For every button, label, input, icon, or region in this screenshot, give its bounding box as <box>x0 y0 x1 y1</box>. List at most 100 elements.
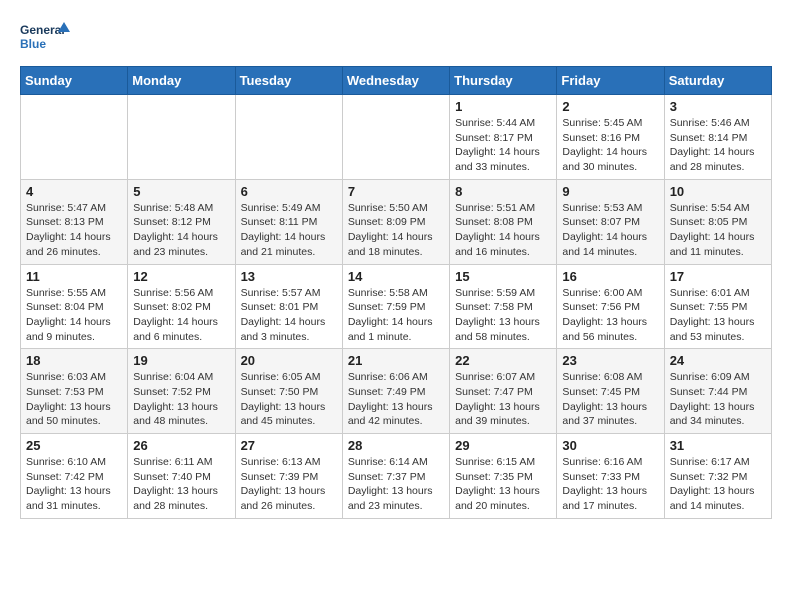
day-number: 17 <box>670 269 766 284</box>
day-detail: Sunrise: 5:46 AM Sunset: 8:14 PM Dayligh… <box>670 116 766 175</box>
col-header-wednesday: Wednesday <box>342 67 449 95</box>
day-detail: Sunrise: 6:17 AM Sunset: 7:32 PM Dayligh… <box>670 455 766 514</box>
day-detail: Sunrise: 6:09 AM Sunset: 7:44 PM Dayligh… <box>670 370 766 429</box>
col-header-sunday: Sunday <box>21 67 128 95</box>
calendar-cell: 24 Sunrise: 6:09 AM Sunset: 7:44 PM Dayli… <box>664 349 771 434</box>
calendar-week-2: 4 Sunrise: 5:47 AM Sunset: 8:13 PM Daylig… <box>21 179 772 264</box>
day-number: 21 <box>348 353 444 368</box>
day-detail: Sunrise: 5:50 AM Sunset: 8:09 PM Dayligh… <box>348 201 444 260</box>
calendar-cell: 10 Sunrise: 5:54 AM Sunset: 8:05 PM Dayli… <box>664 179 771 264</box>
day-number: 25 <box>26 438 122 453</box>
day-number: 29 <box>455 438 551 453</box>
day-detail: Sunrise: 6:07 AM Sunset: 7:47 PM Dayligh… <box>455 370 551 429</box>
day-number: 31 <box>670 438 766 453</box>
day-number: 7 <box>348 184 444 199</box>
day-detail: Sunrise: 6:10 AM Sunset: 7:42 PM Dayligh… <box>26 455 122 514</box>
calendar-cell: 18 Sunrise: 6:03 AM Sunset: 7:53 PM Dayli… <box>21 349 128 434</box>
calendar-cell: 15 Sunrise: 5:59 AM Sunset: 7:58 PM Dayli… <box>450 264 557 349</box>
svg-text:General: General <box>20 23 65 37</box>
day-number: 30 <box>562 438 658 453</box>
col-header-tuesday: Tuesday <box>235 67 342 95</box>
day-number: 2 <box>562 99 658 114</box>
day-number: 13 <box>241 269 337 284</box>
day-detail: Sunrise: 6:11 AM Sunset: 7:40 PM Dayligh… <box>133 455 229 514</box>
day-number: 4 <box>26 184 122 199</box>
calendar-week-1: 1Sunrise: 5:44 AM Sunset: 8:17 PM Daylig… <box>21 95 772 180</box>
calendar-cell: 12Sunrise: 5:56 AM Sunset: 8:02 PM Dayli… <box>128 264 235 349</box>
day-detail: Sunrise: 5:48 AM Sunset: 8:12 PM Dayligh… <box>133 201 229 260</box>
calendar-cell: 25 Sunrise: 6:10 AM Sunset: 7:42 PM Dayli… <box>21 434 128 519</box>
col-header-thursday: Thursday <box>450 67 557 95</box>
calendar-cell: 26 Sunrise: 6:11 AM Sunset: 7:40 PM Dayli… <box>128 434 235 519</box>
col-header-saturday: Saturday <box>664 67 771 95</box>
calendar-cell: 1Sunrise: 5:44 AM Sunset: 8:17 PM Daylig… <box>450 95 557 180</box>
day-detail: Sunrise: 5:51 AM Sunset: 8:08 PM Dayligh… <box>455 201 551 260</box>
calendar-table: SundayMondayTuesdayWednesdayThursdayFrid… <box>20 66 772 519</box>
calendar-header-row: SundayMondayTuesdayWednesdayThursdayFrid… <box>21 67 772 95</box>
day-number: 10 <box>670 184 766 199</box>
calendar-cell <box>342 95 449 180</box>
calendar-cell <box>21 95 128 180</box>
day-detail: Sunrise: 5:59 AM Sunset: 7:58 PM Dayligh… <box>455 286 551 345</box>
calendar-cell: 22 Sunrise: 6:07 AM Sunset: 7:47 PM Dayli… <box>450 349 557 434</box>
calendar-week-5: 25 Sunrise: 6:10 AM Sunset: 7:42 PM Dayli… <box>21 434 772 519</box>
day-number: 11 <box>26 269 122 284</box>
day-number: 24 <box>670 353 766 368</box>
calendar-cell: 2Sunrise: 5:45 AM Sunset: 8:16 PM Daylig… <box>557 95 664 180</box>
day-number: 27 <box>241 438 337 453</box>
calendar-cell: 16Sunrise: 6:00 AM Sunset: 7:56 PM Dayli… <box>557 264 664 349</box>
day-detail: Sunrise: 5:54 AM Sunset: 8:05 PM Dayligh… <box>670 201 766 260</box>
calendar-cell: 13 Sunrise: 5:57 AM Sunset: 8:01 PM Dayli… <box>235 264 342 349</box>
day-number: 28 <box>348 438 444 453</box>
day-detail: Sunrise: 6:01 AM Sunset: 7:55 PM Dayligh… <box>670 286 766 345</box>
calendar-cell: 3 Sunrise: 5:46 AM Sunset: 8:14 PM Daylig… <box>664 95 771 180</box>
calendar-cell: 21 Sunrise: 6:06 AM Sunset: 7:49 PM Dayli… <box>342 349 449 434</box>
calendar-cell <box>235 95 342 180</box>
calendar-cell: 29 Sunrise: 6:15 AM Sunset: 7:35 PM Dayli… <box>450 434 557 519</box>
day-detail: Sunrise: 5:56 AM Sunset: 8:02 PM Dayligh… <box>133 286 229 345</box>
day-number: 22 <box>455 353 551 368</box>
day-detail: Sunrise: 6:06 AM Sunset: 7:49 PM Dayligh… <box>348 370 444 429</box>
calendar-cell: 28 Sunrise: 6:14 AM Sunset: 7:37 PM Dayli… <box>342 434 449 519</box>
calendar-cell: 30 Sunrise: 6:16 AM Sunset: 7:33 PM Dayli… <box>557 434 664 519</box>
day-number: 19 <box>133 353 229 368</box>
calendar-cell: 17 Sunrise: 6:01 AM Sunset: 7:55 PM Dayli… <box>664 264 771 349</box>
day-detail: Sunrise: 5:47 AM Sunset: 8:13 PM Dayligh… <box>26 201 122 260</box>
calendar-cell: 11Sunrise: 5:55 AM Sunset: 8:04 PM Dayli… <box>21 264 128 349</box>
calendar-cell: 9 Sunrise: 5:53 AM Sunset: 8:07 PM Daylig… <box>557 179 664 264</box>
day-number: 18 <box>26 353 122 368</box>
day-number: 9 <box>562 184 658 199</box>
day-detail: Sunrise: 6:13 AM Sunset: 7:39 PM Dayligh… <box>241 455 337 514</box>
day-detail: Sunrise: 6:04 AM Sunset: 7:52 PM Dayligh… <box>133 370 229 429</box>
col-header-monday: Monday <box>128 67 235 95</box>
svg-text:Blue: Blue <box>20 37 46 51</box>
page-header: General Blue <box>20 20 772 56</box>
day-number: 14 <box>348 269 444 284</box>
day-detail: Sunrise: 6:03 AM Sunset: 7:53 PM Dayligh… <box>26 370 122 429</box>
day-number: 5 <box>133 184 229 199</box>
day-detail: Sunrise: 5:57 AM Sunset: 8:01 PM Dayligh… <box>241 286 337 345</box>
day-number: 15 <box>455 269 551 284</box>
day-detail: Sunrise: 5:58 AM Sunset: 7:59 PM Dayligh… <box>348 286 444 345</box>
calendar-cell: 8 Sunrise: 5:51 AM Sunset: 8:08 PM Daylig… <box>450 179 557 264</box>
day-detail: Sunrise: 5:53 AM Sunset: 8:07 PM Dayligh… <box>562 201 658 260</box>
day-detail: Sunrise: 6:16 AM Sunset: 7:33 PM Dayligh… <box>562 455 658 514</box>
calendar-cell: 5 Sunrise: 5:48 AM Sunset: 8:12 PM Daylig… <box>128 179 235 264</box>
day-number: 3 <box>670 99 766 114</box>
calendar-cell: 19 Sunrise: 6:04 AM Sunset: 7:52 PM Dayli… <box>128 349 235 434</box>
calendar-cell: 4 Sunrise: 5:47 AM Sunset: 8:13 PM Daylig… <box>21 179 128 264</box>
calendar-cell: 20 Sunrise: 6:05 AM Sunset: 7:50 PM Dayli… <box>235 349 342 434</box>
day-number: 16 <box>562 269 658 284</box>
day-detail: Sunrise: 6:15 AM Sunset: 7:35 PM Dayligh… <box>455 455 551 514</box>
day-number: 20 <box>241 353 337 368</box>
day-number: 8 <box>455 184 551 199</box>
day-number: 6 <box>241 184 337 199</box>
day-detail: Sunrise: 5:49 AM Sunset: 8:11 PM Dayligh… <box>241 201 337 260</box>
calendar-cell: 14 Sunrise: 5:58 AM Sunset: 7:59 PM Dayli… <box>342 264 449 349</box>
day-detail: Sunrise: 6:14 AM Sunset: 7:37 PM Dayligh… <box>348 455 444 514</box>
day-detail: Sunrise: 6:08 AM Sunset: 7:45 PM Dayligh… <box>562 370 658 429</box>
day-number: 26 <box>133 438 229 453</box>
calendar-week-3: 11Sunrise: 5:55 AM Sunset: 8:04 PM Dayli… <box>21 264 772 349</box>
calendar-cell: 23Sunrise: 6:08 AM Sunset: 7:45 PM Dayli… <box>557 349 664 434</box>
day-detail: Sunrise: 6:05 AM Sunset: 7:50 PM Dayligh… <box>241 370 337 429</box>
